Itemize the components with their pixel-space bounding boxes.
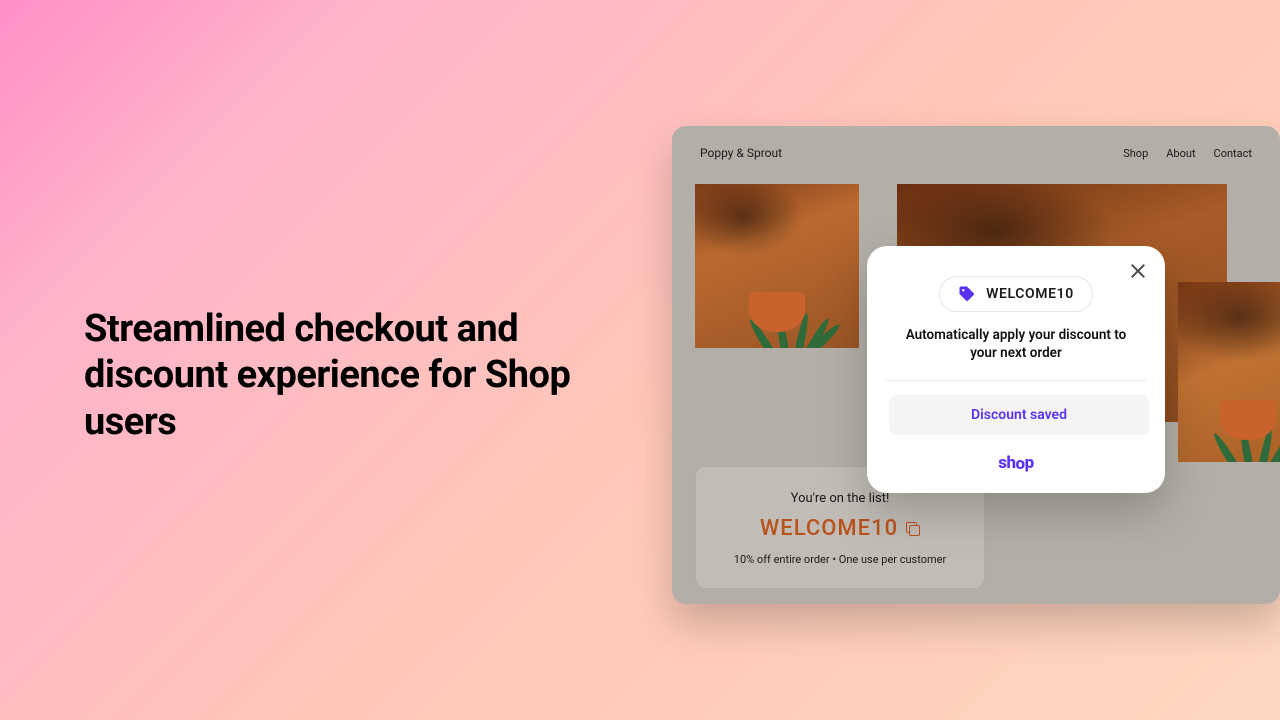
store-brand: Poppy & Sprout	[700, 146, 782, 160]
discount-popup: WELCOME10 Automatically apply your disco…	[867, 246, 1165, 493]
shop-logo: shop	[889, 453, 1143, 473]
confirmation-sub: 10% off entire order • One use per custo…	[710, 553, 970, 566]
nav-about[interactable]: About	[1166, 147, 1195, 160]
tag-icon	[958, 285, 976, 303]
copy-icon[interactable]	[906, 522, 920, 536]
divider	[885, 380, 1147, 381]
nav-contact[interactable]: Contact	[1214, 147, 1252, 160]
product-tile[interactable]	[695, 184, 859, 348]
popup-description: Automatically apply your discount to you…	[889, 326, 1143, 362]
discount-chip: WELCOME10	[939, 276, 1093, 312]
headline: Streamlined checkout and discount experi…	[84, 306, 604, 445]
discount-saved-button[interactable]: Discount saved	[889, 395, 1149, 435]
marketing-canvas: Streamlined checkout and discount experi…	[0, 0, 1280, 720]
coupon-code: WELCOME10	[760, 516, 898, 541]
store-nav: Shop About Contact	[1123, 147, 1252, 160]
storefront-header: Poppy & Sprout Shop About Contact	[672, 126, 1280, 174]
confirmation-title: You're on the list!	[710, 491, 970, 506]
discount-chip-code: WELCOME10	[986, 286, 1074, 302]
product-tile[interactable]	[1178, 282, 1280, 462]
coupon-line: WELCOME10	[710, 516, 970, 541]
nav-shop[interactable]: Shop	[1123, 147, 1148, 160]
close-icon[interactable]	[1129, 262, 1147, 280]
